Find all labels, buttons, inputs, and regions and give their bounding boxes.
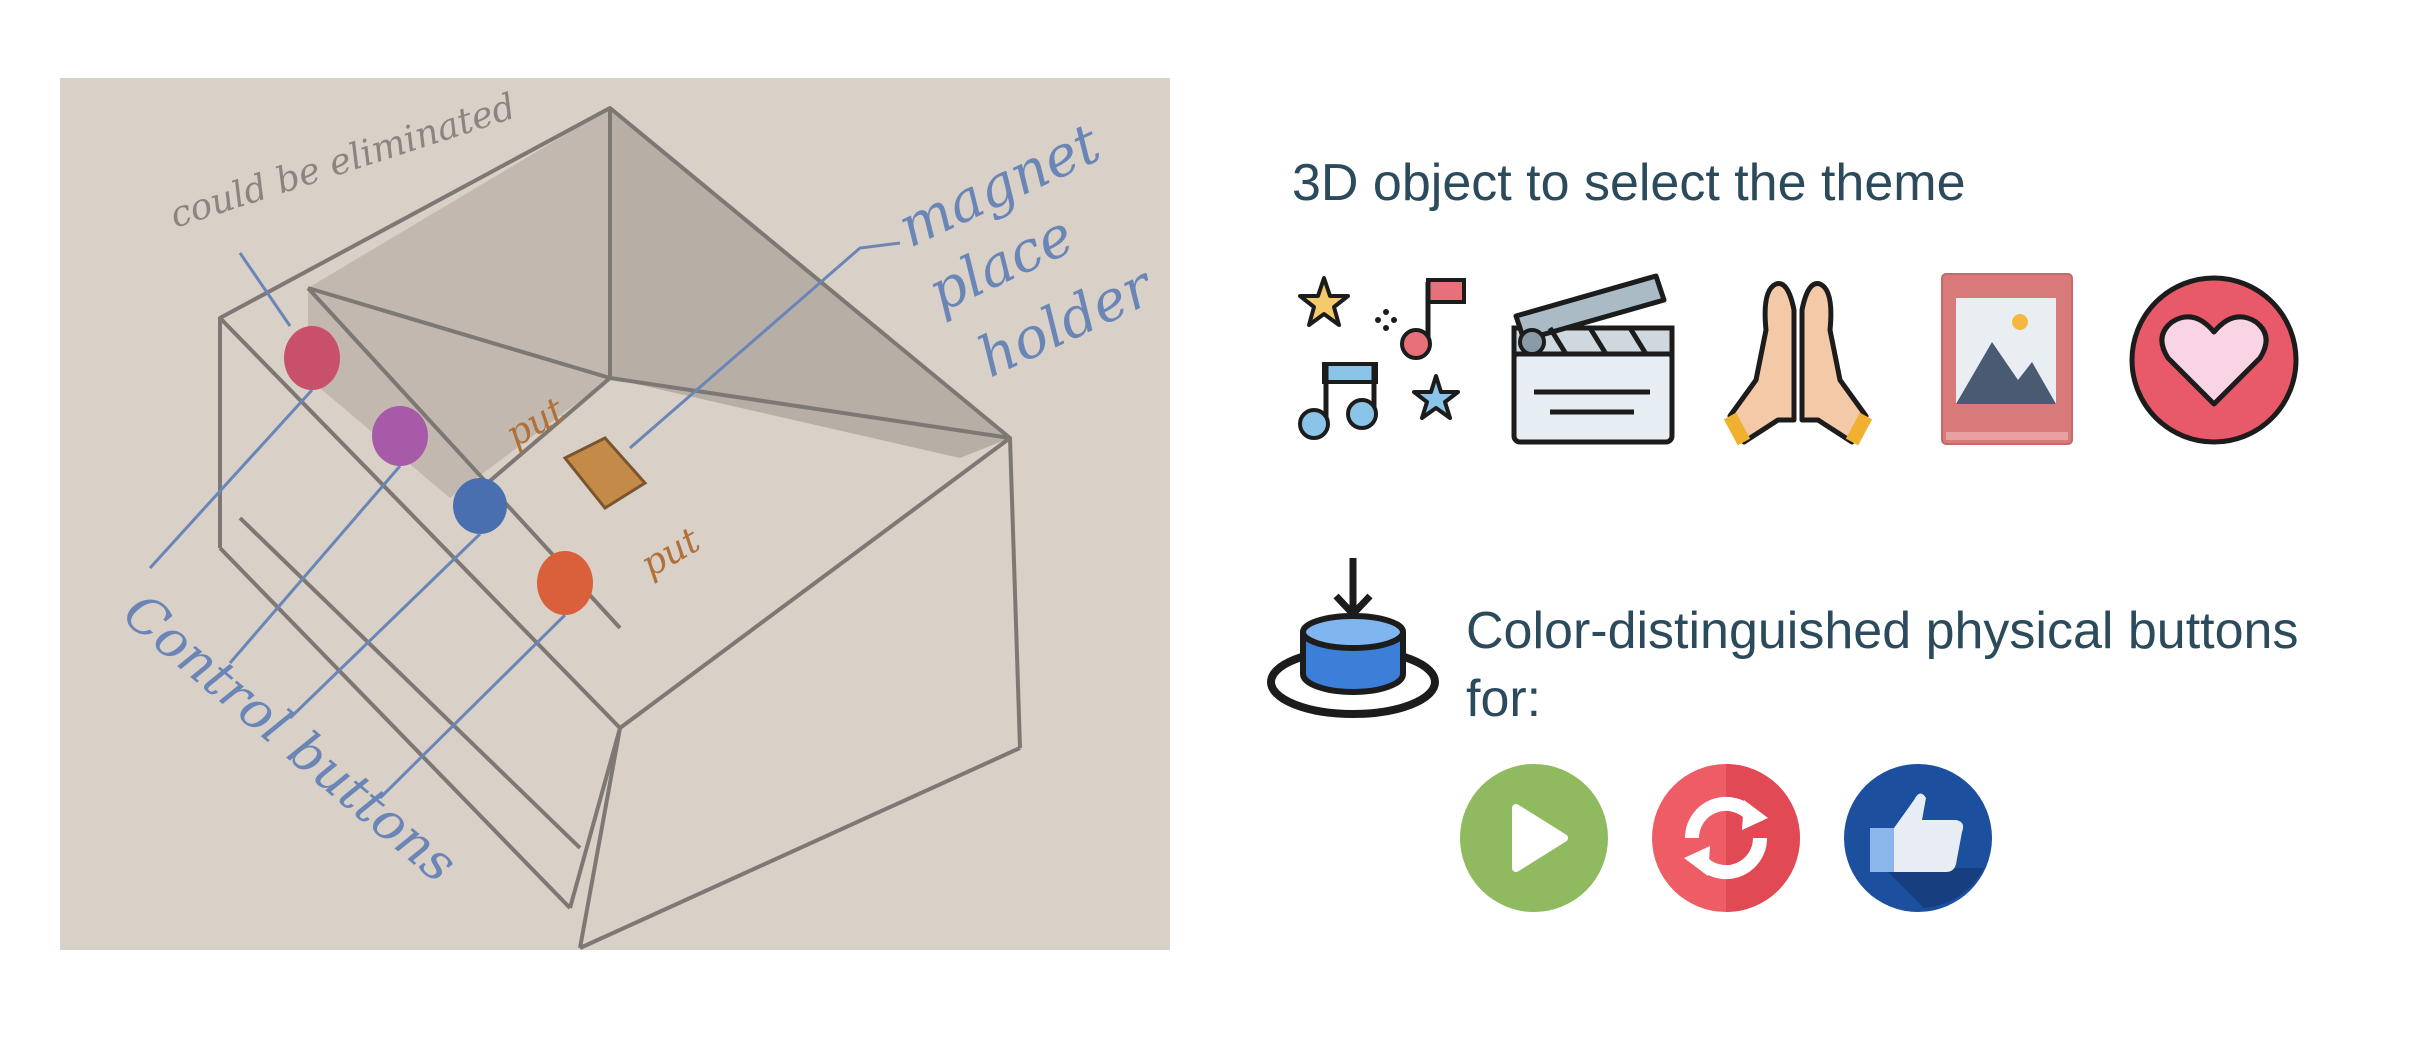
- sketch-button-pink: [284, 326, 340, 390]
- buttons-heading-line2: for:: [1466, 670, 1542, 728]
- refresh-icon: [1652, 764, 1800, 912]
- sketch-photo: could be eliminated magnet place holder …: [60, 78, 1170, 950]
- sketch-button-orange: [537, 551, 593, 615]
- heart-icon: [2128, 274, 2300, 446]
- clapperboard-icon: [1510, 272, 1676, 448]
- buttons-heading-line1: Color-distinguished physical buttons: [1466, 602, 2299, 660]
- theme-heading: 3D object to select the theme: [1292, 154, 1966, 212]
- play-icon: [1460, 764, 1608, 912]
- music-notes-icon: [1296, 272, 1476, 448]
- box-sketch: could be eliminated magnet place holder …: [60, 78, 1170, 950]
- thumbs-up-icon: [1844, 764, 1992, 912]
- picture-frame-icon: [1940, 272, 2074, 448]
- press-button-icon: [1266, 556, 1440, 720]
- sketch-button-purple: [372, 406, 428, 466]
- praying-hands-icon: [1722, 270, 1874, 448]
- sketch-button-blue: [453, 478, 507, 534]
